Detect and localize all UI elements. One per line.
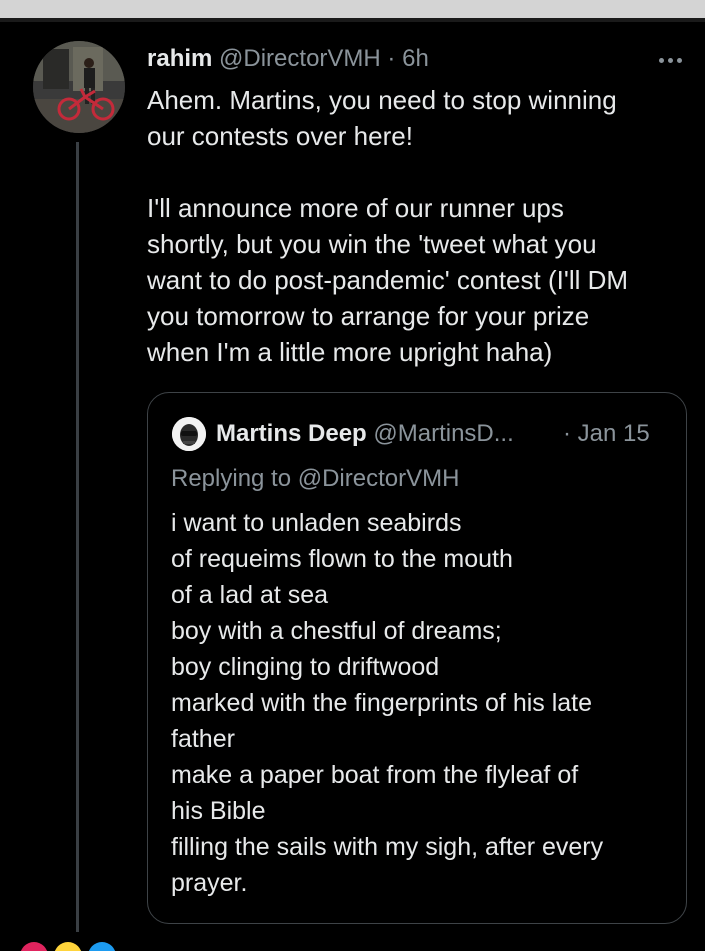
author-handle[interactable]: @DirectorVMH: [219, 45, 381, 72]
divider: [0, 18, 705, 22]
reactions-strip[interactable]: [0, 936, 705, 951]
author-name[interactable]: rahim: [147, 45, 212, 72]
status-bar-strip: [0, 0, 705, 18]
tweet-line: shortly, but you win the 'tweet what you: [147, 229, 597, 259]
quoted-line: marked with the fingerprints of his late: [171, 689, 593, 717]
author-avatar[interactable]: [33, 41, 125, 133]
quoted-text: i want to unladen seabirds of requeims f…: [171, 505, 671, 901]
quoted-tweet-card[interactable]: Martins Deep @MartinsD... · Jan 15 Reply…: [147, 392, 687, 924]
quoted-line: prayer.: [171, 869, 248, 897]
quoted-header: Martins Deep @MartinsD...: [216, 418, 514, 450]
tweet-line: you tomorrow to arrange for your prize: [147, 301, 590, 331]
tweet-line: when I'm a little more upright haha): [147, 337, 553, 367]
quoted-line: i want to unladen seabirds: [171, 509, 462, 537]
avatar-photo: [33, 41, 125, 133]
quoted-line: boy with a chestful of dreams;: [171, 617, 502, 645]
quoted-author-avatar: [172, 417, 206, 451]
quoted-author-handle[interactable]: @MartinsD...: [373, 420, 513, 447]
thread-connector-line: [76, 142, 79, 932]
quoted-line: of a lad at sea: [171, 581, 329, 609]
quoted-line: boy clinging to driftwood: [171, 653, 440, 681]
more-options-button[interactable]: [650, 44, 690, 74]
quoted-line: his Bible: [171, 797, 266, 825]
quoted-line: father: [171, 725, 235, 753]
reaction-like-icon: [88, 942, 116, 951]
replying-to[interactable]: Replying to @DirectorVMH: [171, 463, 459, 495]
tweet-line: our contests over here!: [147, 121, 413, 151]
tweet-line: I'll announce more of our runner ups: [147, 193, 564, 223]
quoted-avatar-photo: [172, 417, 206, 451]
quoted-line: of requeims flown to the mouth: [171, 545, 513, 573]
reaction-heart-icon: [20, 942, 48, 951]
reaction-smile-icon: [54, 942, 82, 951]
tweet-time[interactable]: 6h: [402, 45, 429, 72]
tweet-text: Ahem. Martins, you need to stop winning …: [147, 82, 687, 370]
tweet-line: want to do post-pandemic' contest (I'll …: [147, 265, 629, 295]
quoted-line: make a paper boat from the flyleaf of: [171, 761, 579, 789]
meta-separator: ·: [387, 45, 396, 72]
tweet-line: Ahem. Martins, you need to stop winning: [147, 85, 617, 115]
more-dots-icon: [657, 50, 684, 68]
quoted-line: filling the sails with my sigh, after ev…: [171, 833, 604, 861]
tweet-header: rahim @DirectorVMH · 6h: [147, 43, 429, 75]
quoted-author-name[interactable]: Martins Deep: [216, 420, 367, 447]
quoted-date[interactable]: · Jan 15: [563, 418, 650, 450]
